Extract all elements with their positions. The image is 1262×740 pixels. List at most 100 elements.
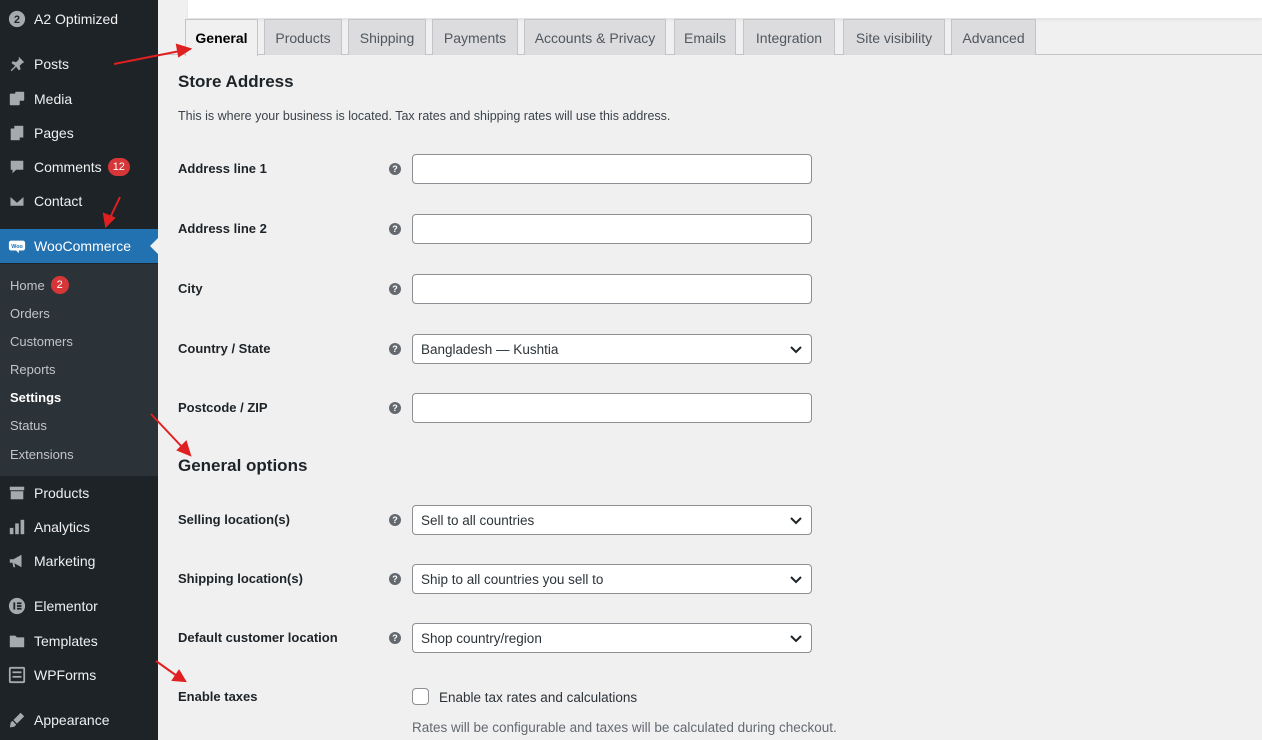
country-state-select[interactable]: Bangladesh — Kushtia: [412, 334, 812, 364]
shipping-locations-value: Ship to all countries you sell to: [421, 571, 604, 587]
forms-icon: [7, 665, 27, 685]
submenu-item-label: Customers: [10, 333, 73, 349]
default-location-value: Shop country/region: [421, 630, 542, 646]
sidebar-item-label: Analytics: [34, 519, 91, 535]
city-field[interactable]: [412, 274, 812, 304]
sidebar-item-label: Marketing: [34, 553, 96, 569]
address1-field[interactable]: [412, 154, 812, 184]
sidebar-item-templates[interactable]: Templates: [0, 624, 158, 658]
chevron-down-icon: [789, 572, 803, 586]
sidebar-item-analytics[interactable]: Analytics: [0, 510, 158, 544]
submenu-item-home[interactable]: Home 2: [10, 275, 69, 295]
sidebar-item-media[interactable]: Media: [0, 82, 158, 116]
store-address-title: Store Address: [178, 72, 294, 91]
submenu-item-label: Home: [10, 277, 45, 293]
chevron-down-icon: [789, 342, 803, 356]
sidebar-item-label: WPForms: [34, 667, 97, 683]
pin-icon: [7, 54, 27, 74]
sidebar-item-label: Comments: [34, 159, 102, 175]
tab-general[interactable]: General: [185, 19, 258, 56]
comments-count-badge: 12: [107, 158, 130, 176]
help-icon[interactable]: ?: [389, 283, 401, 295]
selling-locations-select[interactable]: Sell to all countries: [412, 505, 812, 535]
sidebar-item-contact[interactable]: Contact: [0, 184, 158, 218]
address2-field[interactable]: [412, 214, 812, 244]
brush-icon: [7, 710, 27, 730]
tab-shipping[interactable]: Shipping: [348, 19, 426, 55]
sidebar-item-woocommerce[interactable]: Woo WooCommerce: [0, 229, 158, 263]
sidebar-item-label: A2 Optimized: [34, 11, 119, 27]
store-address-description: This is where your business is located. …: [178, 109, 671, 123]
sidebar-item-wpforms[interactable]: WPForms: [0, 658, 158, 692]
submenu-item-customers[interactable]: Customers: [10, 331, 73, 351]
tab-site-visibility[interactable]: Site visibility: [843, 19, 945, 55]
submenu-item-orders[interactable]: Orders: [10, 303, 50, 323]
elementor-icon: [7, 596, 27, 616]
svg-text:2: 2: [14, 14, 20, 26]
tab-payments[interactable]: Payments: [432, 19, 518, 55]
home-count-badge: 2: [50, 276, 69, 294]
submenu-item-label: Orders: [10, 305, 50, 321]
submenu-item-status[interactable]: Status: [10, 415, 47, 435]
sidebar-item-pages[interactable]: Pages: [0, 116, 158, 150]
chevron-down-icon: [789, 513, 803, 527]
sidebar-item-comments[interactable]: Comments 12: [0, 150, 158, 184]
enable-taxes-checkbox[interactable]: [412, 688, 429, 705]
chevron-down-icon: [789, 631, 803, 645]
help-icon[interactable]: ?: [389, 223, 401, 235]
sidebar-item-label: Elementor: [34, 598, 98, 614]
help-icon[interactable]: ?: [389, 573, 401, 585]
help-icon[interactable]: ?: [389, 514, 401, 526]
sidebar-item-appearance[interactable]: Appearance: [0, 703, 158, 737]
enable-taxes-label: Enable taxes: [178, 689, 258, 704]
tab-integration[interactable]: Integration: [743, 19, 835, 55]
sidebar-item-elementor[interactable]: Elementor: [0, 589, 158, 623]
country-state-value: Bangladesh — Kushtia: [421, 341, 559, 357]
help-icon[interactable]: ?: [389, 402, 401, 414]
mail-icon: [7, 191, 27, 211]
sidebar-item-marketing[interactable]: Marketing: [0, 544, 158, 578]
tab-products[interactable]: Products: [264, 19, 342, 55]
sidebar-item-label: Media: [34, 91, 73, 107]
sidebar-item-label: Contact: [34, 193, 83, 209]
tab-advanced[interactable]: Advanced: [951, 19, 1036, 55]
shipping-locations-select[interactable]: Ship to all countries you sell to: [412, 564, 812, 594]
submenu-item-label: Settings: [10, 389, 62, 405]
sidebar-item-label: WooCommerce: [34, 238, 131, 254]
sidebar-item-products[interactable]: Products: [0, 476, 158, 510]
pages-icon: [7, 123, 27, 143]
address2-label: Address line 2: [178, 221, 267, 236]
tab-emails[interactable]: Emails: [674, 19, 736, 55]
woocommerce-submenu: Home 2 Orders Customers Reports Settings…: [0, 264, 158, 476]
general-options-title: General options: [178, 456, 308, 475]
megaphone-icon: [7, 551, 27, 571]
sidebar-item-label: Appearance: [34, 712, 110, 728]
default-location-select[interactable]: Shop country/region: [412, 623, 812, 653]
sidebar-item-label: Posts: [34, 56, 70, 72]
submenu-item-settings[interactable]: Settings: [10, 387, 61, 407]
tab-accounts-privacy[interactable]: Accounts & Privacy: [524, 19, 666, 55]
submenu-item-reports[interactable]: Reports: [10, 359, 56, 379]
selling-locations-label: Selling location(s): [178, 512, 290, 527]
sidebar-item-a2-optimized[interactable]: 2 A2 Optimized: [0, 2, 158, 36]
enable-taxes-checkbox-label[interactable]: Enable tax rates and calculations: [439, 690, 637, 705]
default-location-label: Default customer location: [178, 630, 338, 645]
address1-label: Address line 1: [178, 161, 267, 176]
admin-sidebar: 2 A2 Optimized Posts Media Pages Comment…: [0, 0, 158, 740]
shipping-locations-label: Shipping location(s): [178, 571, 303, 586]
country-state-label: Country / State: [178, 341, 271, 356]
media-icon: [7, 89, 27, 109]
postcode-field[interactable]: [412, 393, 812, 423]
enable-taxes-description: Rates will be configurable and taxes wil…: [412, 720, 837, 735]
sidebar-item-label: Products: [34, 485, 90, 501]
submenu-item-extensions[interactable]: Extensions: [10, 444, 74, 464]
help-icon[interactable]: ?: [389, 343, 401, 355]
svg-text:Woo: Woo: [11, 244, 23, 250]
sidebar-item-posts[interactable]: Posts: [0, 47, 158, 81]
help-icon[interactable]: ?: [389, 632, 401, 644]
postcode-label: Postcode / ZIP: [178, 400, 268, 415]
city-label: City: [178, 281, 203, 296]
selling-locations-value: Sell to all countries: [421, 512, 535, 528]
a2-logo-icon: 2: [7, 9, 27, 29]
help-icon[interactable]: ?: [389, 163, 401, 175]
